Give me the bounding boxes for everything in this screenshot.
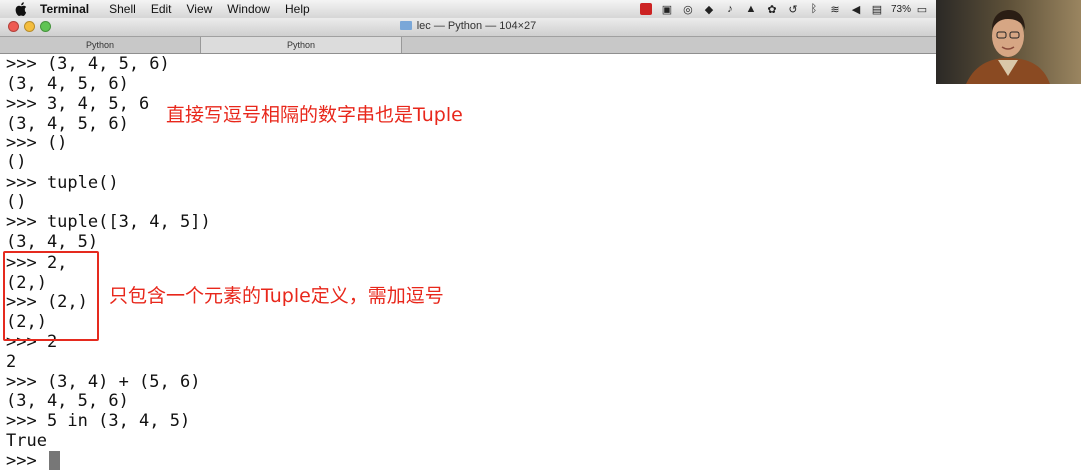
terminal-line: (3, 4, 5, 6) (6, 114, 129, 134)
wifi-icon[interactable]: ≋ (828, 3, 842, 16)
terminal-prompt-line[interactable]: >>> (6, 451, 60, 471)
terminal-line: >>> tuple() (6, 173, 119, 193)
terminal-line: >>> (3, 4) + (5, 6) (6, 372, 201, 392)
highlight-box (3, 251, 99, 341)
battery-icon[interactable]: ▭ (915, 3, 929, 16)
terminal-line: (3, 4, 5, 6) (6, 391, 129, 411)
terminal-line: True (6, 431, 47, 451)
terminal-line: 2 (6, 352, 17, 372)
battery-percent[interactable]: 73% (891, 4, 911, 15)
bluetooth-icon[interactable]: ᛒ (807, 3, 821, 15)
menu-help[interactable]: Help (285, 2, 310, 16)
annotation-single-element: 只包含一个元素的Tuple定义，需加逗号 (109, 285, 444, 307)
webcam-overlay (936, 0, 1081, 84)
recording-icon[interactable] (639, 3, 652, 15)
text-cursor (48, 451, 60, 470)
terminal-line: >>> (3, 4, 5, 6) (6, 54, 170, 74)
app-status-icon[interactable]: ▣ (660, 3, 674, 16)
menu-app-name[interactable]: Terminal (40, 2, 89, 16)
terminal-content[interactable]: >>> (3, 4, 5, 6) (3, 4, 5, 6) >>> 3, 4, … (0, 54, 1081, 474)
time-machine-icon[interactable]: ↺ (786, 3, 800, 16)
sync-icon[interactable]: ✿ (765, 3, 779, 16)
input-source-icon[interactable]: ▤ (870, 3, 884, 16)
terminal-line: () (6, 192, 27, 212)
tab-python-1[interactable]: Python (0, 37, 201, 53)
folder-icon (399, 21, 412, 30)
menu-shell[interactable]: Shell (109, 2, 136, 16)
menu-edit[interactable]: Edit (151, 2, 172, 16)
volume-icon[interactable]: ◀ (849, 3, 863, 16)
presenter-image (936, 0, 1081, 84)
tab-python-2[interactable]: Python (201, 37, 402, 53)
dropbox-icon[interactable]: ◆ (702, 3, 716, 16)
apple-icon[interactable] (14, 2, 28, 16)
terminal-line: >>> 5 in (3, 4, 5) (6, 411, 191, 431)
terminal-line: >>> 3, 4, 5, 6 (6, 94, 150, 114)
clip-icon[interactable]: ◎ (681, 3, 695, 16)
terminal-line: (3, 4, 5) (6, 232, 99, 252)
menu-bar: Terminal Shell Edit View Window Help ▣ ◎… (0, 0, 936, 19)
menu-view[interactable]: View (187, 2, 213, 16)
terminal-line: >>> tuple([3, 4, 5]) (6, 212, 211, 232)
window-title: lec — Python — 104×27 (0, 20, 936, 32)
status-area: ▣ ◎ ◆ ♪ ▲ ✿ ↺ ᛒ ≋ ◀ ▤ 73% ▭ (639, 0, 936, 18)
terminal-prompt: >>> (6, 451, 47, 471)
terminal-line: >>> () (6, 133, 68, 153)
annotation-tuple-comma: 直接写逗号相隔的数字串也是Tuple (166, 104, 463, 126)
bell-icon[interactable]: ♪ (723, 3, 737, 15)
terminal-line: () (6, 152, 27, 172)
tab-bar: Python Python (0, 37, 936, 54)
window-titlebar: lec — Python — 104×27 (0, 18, 936, 37)
terminal-line: (3, 4, 5, 6) (6, 74, 129, 94)
drive-icon[interactable]: ▲ (744, 3, 758, 15)
menu-window[interactable]: Window (227, 2, 270, 16)
